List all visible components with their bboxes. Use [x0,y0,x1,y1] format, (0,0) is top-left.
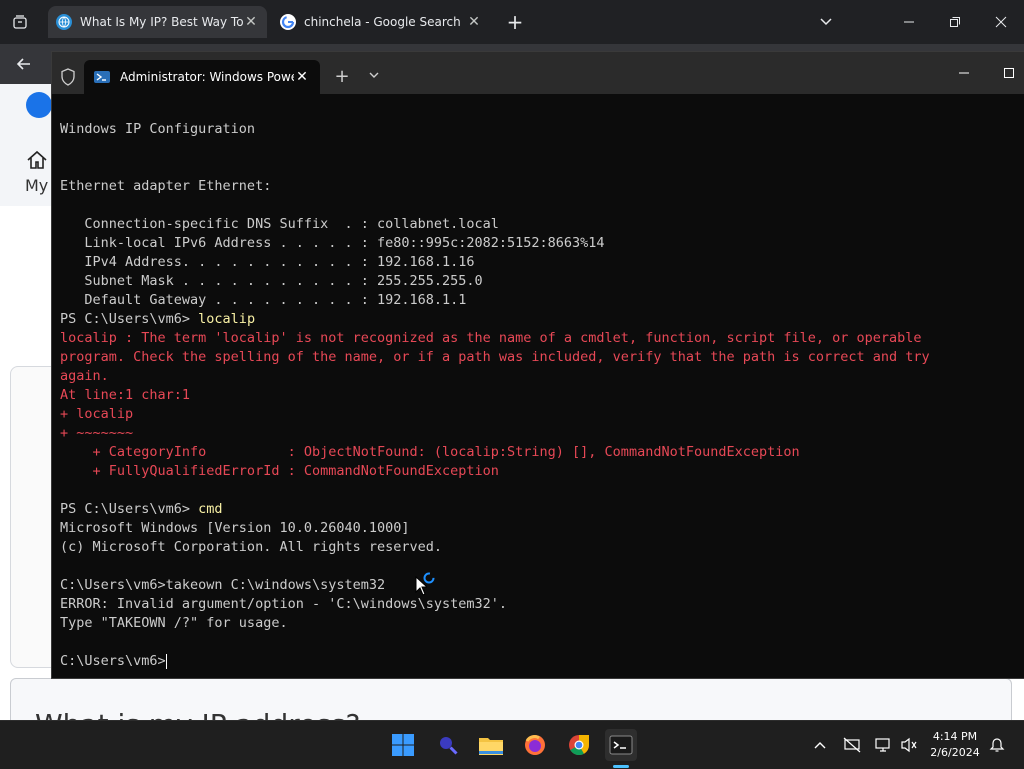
start-button[interactable] [387,729,419,761]
new-tab-button[interactable]: + [503,10,527,34]
file-explorer-button[interactable] [475,729,507,761]
error-line: program. Check the spelling of the name,… [60,349,930,365]
admin-shield-icon [61,68,75,86]
prompt-line: PS C:\Users\vm6> cmd [60,500,223,519]
firefox-button[interactable] [519,729,551,761]
browser-tab-whatismyip[interactable]: What Is My IP? Best Way To Ch ✕ [48,6,267,38]
close-tab-icon[interactable]: ✕ [466,14,482,30]
terminal-line: ERROR: Invalid argument/option - 'C:\win… [60,596,508,612]
terminal-line: Type "TAKEOWN /?" for usage. [60,615,288,631]
maximize-icon[interactable] [1002,66,1016,80]
restore-icon[interactable] [943,10,967,34]
powershell-icon [94,71,110,83]
chevron-down-icon[interactable] [364,66,384,84]
terminal-icon [609,735,633,755]
error-line: localip : The term 'localip' is not reco… [60,330,922,346]
browser-tab-title: chinchela - Google Search [304,15,461,29]
terminal-line: C:\Users\vm6>takeown C:\windows\system32 [60,577,386,593]
new-terminal-tab-button[interactable]: + [332,66,352,87]
search-button[interactable] [432,729,464,761]
terminal-titlebar[interactable]: Administrator: Windows Powe ✕ + [52,52,1024,94]
terminal-line: Subnet Mask . . . . . . . . . . . : 255.… [60,273,483,289]
error-line: + CategoryInfo : ObjectNotFound: (locali… [60,444,800,460]
terminal-line: (c) Microsoft Corporation. All rights re… [60,539,443,555]
chrome-button[interactable] [563,729,595,761]
system-clock[interactable]: 4:14 PM 2/6/2024 [928,729,982,761]
search-icon [440,737,458,755]
error-line: At line:1 char:1 [60,387,191,403]
back-arrow-icon[interactable] [12,52,36,76]
folder-icon [479,738,503,755]
browser-tab-google-search[interactable]: chinchela - Google Search ✕ [272,6,490,38]
error-line: again. [60,368,109,384]
close-window-icon[interactable] [989,10,1013,34]
prompt-text: C:\Users\vm6> [60,653,166,669]
prompt-line[interactable]: C:\Users\vm6> [60,652,167,671]
terminal-line: Microsoft Windows [Version 10.0.26040.10… [60,520,410,536]
show-hidden-icons-chevron-icon[interactable] [810,735,830,755]
command-text: cmd [198,501,223,517]
error-line: + ~~~~~~~ [60,425,134,441]
close-tab-icon[interactable]: ✕ [294,69,310,85]
error-line: + localip [60,406,134,422]
terminal-line: Windows IP Configuration [60,121,256,137]
prompt-text: PS C:\Users\vm6> [60,501,199,517]
notification-bell-icon[interactable] [987,735,1007,755]
tab-search-chevron-icon[interactable] [814,10,838,34]
browser-tab-bar: What Is My IP? Best Way To Ch ✕ chinchel… [0,0,1024,44]
clock-time: 4:14 PM [932,730,978,743]
terminal-line: IPv4 Address. . . . . . . . . . . : 192.… [60,254,475,270]
tab-actions-icon[interactable] [8,10,32,34]
network-icon[interactable] [873,735,893,755]
prompt-line: PS C:\Users\vm6> localip [60,310,255,329]
terminal-line: Connection-specific DNS Suffix . : colla… [60,216,499,232]
volume-muted-icon[interactable] [899,735,919,755]
home-icon[interactable] [26,150,48,170]
clock-date: 2/6/2024 [930,746,980,759]
site-logo-icon[interactable] [26,92,52,118]
close-tab-icon[interactable]: ✕ [243,14,259,30]
text-cursor [165,653,167,669]
terminal-line: Ethernet adapter Ethernet: [60,178,272,194]
error-line: + FullyQualifiedErrorId : CommandNotFoun… [60,463,499,479]
terminal-tab-title: Administrator: Windows Powe [120,70,294,84]
terminal-output[interactable]: Windows IP Configuration Ethernet adapte… [60,96,1022,676]
minimize-icon[interactable] [954,66,974,80]
terminal-line: Link-local IPv6 Address . . . . . : fe80… [60,235,605,251]
google-icon [280,14,296,30]
prompt-text: PS C:\Users\vm6> [60,311,199,327]
browser-tab-title: What Is My IP? Best Way To Ch [80,15,243,29]
globe-icon [56,14,72,30]
firefox-icon [525,735,545,755]
command-text: localip [198,311,256,327]
nav-label[interactable]: My [25,176,48,195]
terminal-line: Default Gateway . . . . . . . . . : 192.… [60,292,467,308]
terminal-taskbar-button[interactable] [605,729,637,761]
taskbar: 4:14 PM 2/6/2024 [0,720,1024,769]
chrome-icon [569,735,590,756]
windows-logo-icon [392,734,414,756]
minimize-icon[interactable] [897,10,921,34]
no-network-icon[interactable] [842,735,862,755]
busy-spinner-icon [423,572,435,584]
terminal-window[interactable]: Administrator: Windows Powe ✕ + Windows … [52,52,1024,678]
terminal-tab[interactable]: Administrator: Windows Powe ✕ [84,60,320,94]
